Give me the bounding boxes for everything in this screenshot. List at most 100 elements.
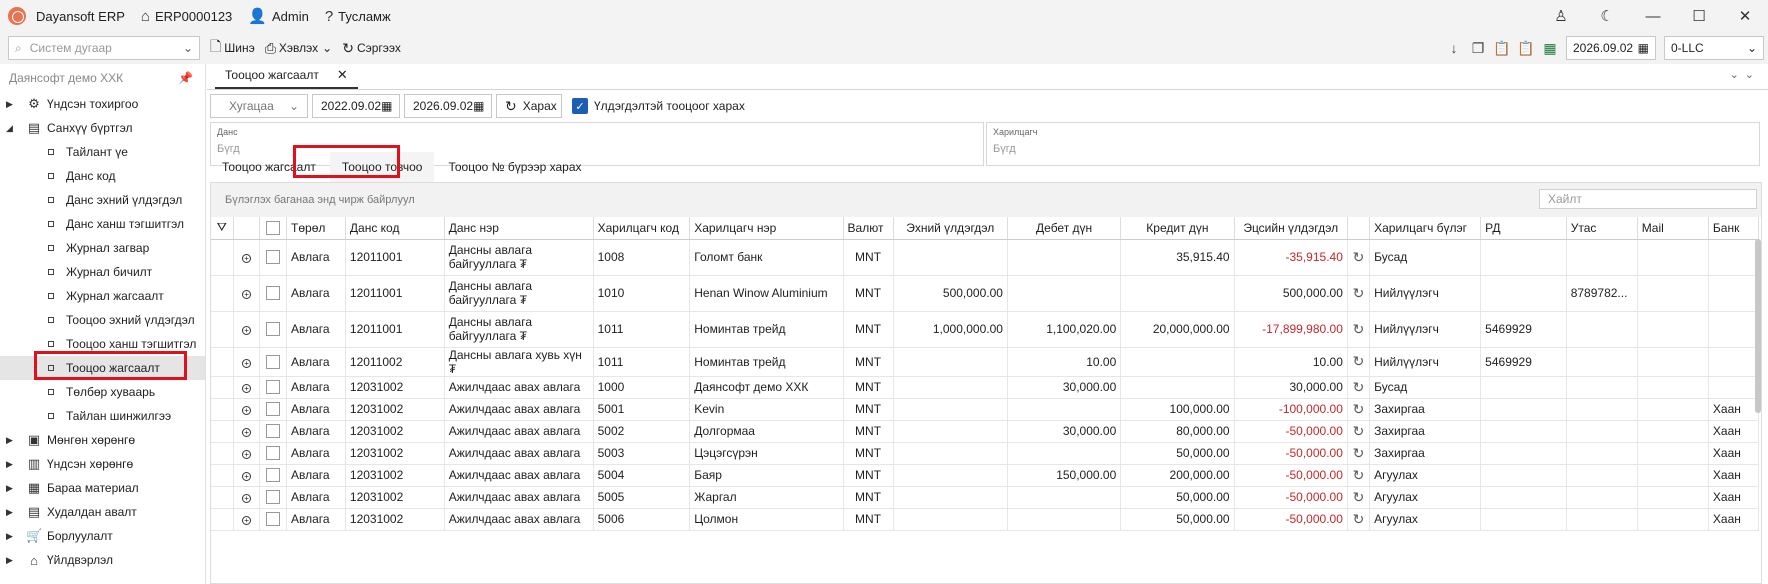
- expand-row-icon[interactable]: +: [233, 398, 261, 421]
- partner-field[interactable]: Харилцагч Бүгд: [986, 122, 1760, 166]
- date-picker[interactable]: 2026.09.02 ▦: [1566, 36, 1656, 60]
- expand-row-icon[interactable]: +: [233, 464, 261, 487]
- refresh-icon[interactable]: ↻: [1347, 398, 1371, 421]
- expand-row-icon[interactable]: +: [233, 442, 261, 465]
- sidebar-subitem[interactable]: Данс код: [0, 164, 205, 188]
- sidebar-item-purchase[interactable]: ▶ ▤ Худалдан авалт: [0, 500, 205, 524]
- collapse-icon[interactable]: ◢: [6, 123, 18, 134]
- refresh-icon[interactable]: ↻: [1347, 376, 1371, 399]
- row-checkbox[interactable]: [259, 508, 288, 531]
- view-button[interactable]: ↻ Харах: [496, 94, 562, 118]
- date-to[interactable]: 2026.09.02 ▦: [404, 94, 492, 118]
- expand-icon[interactable]: ▶: [6, 483, 18, 494]
- select-all-checkbox[interactable]: [259, 217, 288, 240]
- doc-link[interactable]: ⌂ ERP0000123: [141, 8, 232, 25]
- minimize-icon[interactable]: —: [1630, 8, 1676, 25]
- col-header[interactable]: Харилцагч нэр: [689, 217, 844, 240]
- row-checkbox[interactable]: [259, 347, 288, 377]
- sidebar-subitem[interactable]: Данс ханш тэгшитгэл: [0, 212, 205, 236]
- expand-icon[interactable]: ▶: [6, 555, 18, 566]
- refresh-button[interactable]: ↻ Сэргээх: [342, 40, 401, 57]
- group-panel[interactable]: Бүлэглэх баганаа энд чирж байрлуул Хайлт: [211, 183, 1761, 217]
- col-header[interactable]: Төрөл: [286, 217, 346, 240]
- sidebar-item-assets[interactable]: ▶ ▥ Үндсэн хөрөнгө: [0, 452, 205, 476]
- table-row[interactable]: + Авлага 12031002 Ажилчдаас авах авлага 5004…: [211, 464, 1760, 487]
- sidebar-item-finance[interactable]: ◢ ▤ Санхүү бүртгэл: [0, 116, 205, 140]
- expand-icon[interactable]: ▶: [6, 459, 18, 470]
- refresh-icon[interactable]: ↻: [1347, 486, 1371, 509]
- sidebar-item-settings[interactable]: ▶ ⚙ Үндсэн тохиргоо: [0, 92, 205, 116]
- col-header[interactable]: Кредит дүн: [1120, 217, 1235, 240]
- expand-row-icon[interactable]: +: [233, 311, 261, 348]
- table-row[interactable]: + Авлага 12011002 Дансны авлага хувь хүн ₮ 1…: [211, 347, 1760, 377]
- table-row[interactable]: + Авлага 12031002 Ажилчдаас авах авлага 5005…: [211, 486, 1760, 509]
- paste-icon[interactable]: 📋: [1514, 40, 1538, 57]
- sidebar-item-inventory[interactable]: ▶ ▦ Бараа материал: [0, 476, 205, 500]
- sidebar-subitem[interactable]: Төлбөр хуваарь: [0, 380, 205, 404]
- refresh-icon[interactable]: ↻: [1347, 239, 1371, 276]
- sidebar-subitem[interactable]: Журнал бичилт: [0, 260, 205, 284]
- table-row[interactable]: + Авлага 12031002 Ажилчдаас авах авлага 5006…: [211, 508, 1760, 531]
- agent-icon[interactable]: ♙: [1538, 7, 1584, 25]
- system-number-search[interactable]: ⌕ Систем дугаар ⌄: [8, 36, 200, 60]
- company-select[interactable]: 0-LLC ⌄: [1664, 36, 1764, 60]
- row-checkbox[interactable]: [259, 420, 288, 443]
- row-checkbox[interactable]: [259, 376, 288, 399]
- clipboard-icon[interactable]: 📋: [1490, 40, 1514, 57]
- row-checkbox[interactable]: [259, 239, 288, 276]
- refresh-icon[interactable]: ↻: [1347, 311, 1371, 348]
- col-header[interactable]: Валют: [843, 217, 894, 240]
- close-icon[interactable]: ✕: [1722, 7, 1768, 25]
- sidebar-subitem[interactable]: Тайлант үе: [0, 140, 205, 164]
- vertical-scrollbar[interactable]: [1755, 239, 1761, 413]
- expand-icon[interactable]: ▶: [6, 435, 18, 446]
- new-button[interactable]: 🗋 Шинэ: [210, 36, 255, 60]
- col-header[interactable]: Mail: [1637, 217, 1709, 240]
- refresh-icon[interactable]: ↻: [1347, 508, 1371, 531]
- table-row[interactable]: + Авлага 12031002 Ажилчдаас авах авлага 5003…: [211, 442, 1760, 465]
- expand-row-icon[interactable]: +: [233, 508, 261, 531]
- tab-controls[interactable]: ⌄⌄: [1730, 68, 1760, 81]
- refresh-icon[interactable]: ↻: [1347, 442, 1371, 465]
- col-header[interactable]: Дебет дүн: [1007, 217, 1122, 240]
- refresh-icon[interactable]: ↻: [1347, 420, 1371, 443]
- refresh-icon[interactable]: ↻: [1347, 347, 1371, 377]
- sidebar-subitem[interactable]: Журнал жагсаалт: [0, 284, 205, 308]
- balance-checkbox[interactable]: ✓ Үлдэгдэлтэй тооцоог харах: [572, 98, 745, 114]
- expand-row-icon[interactable]: +: [233, 486, 261, 509]
- table-row[interactable]: + Авлага 12031002 Ажилчдаас авах авлага 5002…: [211, 420, 1760, 443]
- sidebar-subitem[interactable]: Журнал загвар: [0, 236, 205, 260]
- expand-row-icon[interactable]: +: [233, 347, 261, 377]
- refresh-icon[interactable]: ↻: [1347, 275, 1371, 312]
- sidebar-item-sales[interactable]: ▶ 🛒 Борлуулалт: [0, 524, 205, 548]
- table-row[interactable]: + Авлага 12011001 Дансны авлага байгууллага…: [211, 311, 1760, 348]
- expand-row-icon[interactable]: +: [233, 275, 261, 312]
- maximize-icon[interactable]: ☐: [1676, 7, 1722, 25]
- row-checkbox[interactable]: [259, 486, 288, 509]
- sidebar-subitem[interactable]: Данс эхний үлдэгдэл: [0, 188, 205, 212]
- table-row[interactable]: + Авлага 12011001 Дансны авлага байгууллага…: [211, 239, 1760, 276]
- table-row[interactable]: + Авлага 12031002 Ажилчдаас авах авлага 1000…: [211, 376, 1760, 399]
- excel-icon[interactable]: ▦: [1538, 40, 1562, 57]
- expand-row-icon[interactable]: +: [233, 420, 261, 443]
- sidebar-subitem[interactable]: Тооцоо эхний үлдэгдэл: [0, 308, 205, 332]
- col-header[interactable]: Эцсийн үлдэгдэл: [1234, 217, 1348, 240]
- document-tab[interactable]: Тооцоо жагсаалт ✕: [215, 63, 358, 89]
- print-button[interactable]: ⎙ Хэвлэх ⌄: [265, 40, 332, 57]
- pin-icon[interactable]: 📌: [178, 71, 193, 85]
- sidebar-subitem[interactable]: Тайлан шинжилгээ: [0, 404, 205, 428]
- user-menu[interactable]: 👤 Admin: [248, 7, 309, 25]
- expand-icon[interactable]: ▶: [6, 99, 18, 110]
- row-checkbox[interactable]: [259, 442, 288, 465]
- expand-icon[interactable]: ▶: [6, 531, 18, 542]
- row-checkbox[interactable]: [259, 398, 288, 421]
- copy-icon[interactable]: ❐: [1466, 40, 1490, 57]
- expand-row-icon[interactable]: +: [233, 239, 261, 276]
- row-checkbox[interactable]: [259, 275, 288, 312]
- help-menu[interactable]: ? Тусламж: [325, 8, 391, 25]
- download-icon[interactable]: ↓: [1442, 40, 1466, 56]
- col-header[interactable]: Харилцагч код: [593, 217, 691, 240]
- col-header[interactable]: РД: [1480, 217, 1567, 240]
- expand-row-icon[interactable]: +: [233, 376, 261, 399]
- close-tab-icon[interactable]: ✕: [337, 67, 348, 83]
